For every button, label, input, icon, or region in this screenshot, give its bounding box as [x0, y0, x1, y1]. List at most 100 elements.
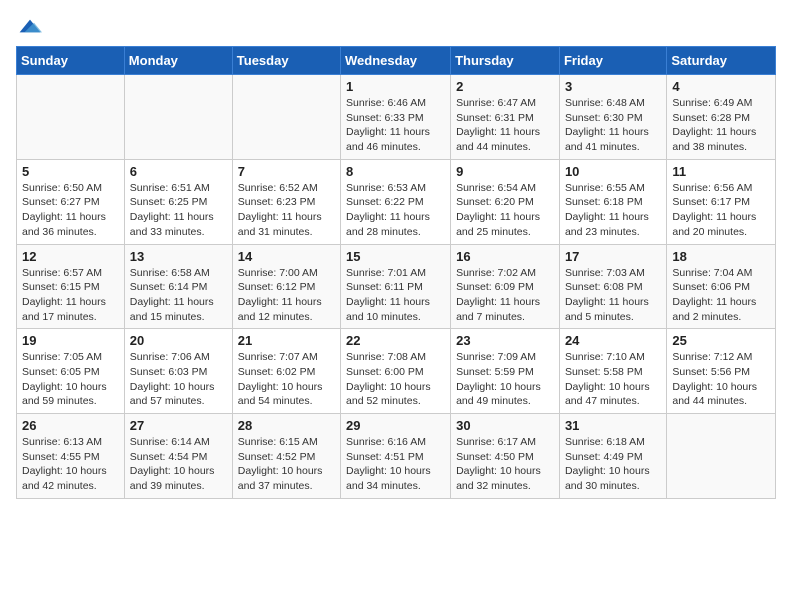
day-info: Sunrise: 6:54 AMSunset: 6:20 PMDaylight:…	[456, 181, 554, 240]
logo-text	[16, 16, 42, 36]
calendar-cell: 15 Sunrise: 7:01 AMSunset: 6:11 PMDayligh…	[341, 244, 451, 329]
calendar-cell: 3 Sunrise: 6:48 AMSunset: 6:30 PMDaylight…	[559, 75, 666, 160]
calendar-week-4: 19Sunrise: 7:05 AMSunset: 6:05 PMDayligh…	[17, 329, 776, 414]
weekday-header-friday: Friday	[559, 47, 666, 75]
day-number: 14	[238, 249, 335, 264]
weekday-header-sunday: Sunday	[17, 47, 125, 75]
day-number: 29	[346, 418, 445, 433]
calendar-cell: 23 Sunrise: 7:09 AMSunset: 5:59 PMDayligh…	[451, 329, 560, 414]
calendar-table: SundayMondayTuesdayWednesdayThursdayFrid…	[16, 46, 776, 499]
day-info: Sunrise: 7:09 AMSunset: 5:59 PMDaylight:…	[456, 350, 554, 409]
calendar-cell: 11 Sunrise: 6:56 AMSunset: 6:17 PMDayligh…	[667, 159, 776, 244]
calendar-cell	[124, 75, 232, 160]
day-number: 7	[238, 164, 335, 179]
day-info: Sunrise: 6:49 AMSunset: 6:28 PMDaylight:…	[672, 96, 770, 155]
calendar-cell: 24 Sunrise: 7:10 AMSunset: 5:58 PMDayligh…	[559, 329, 666, 414]
logo-icon	[18, 16, 42, 36]
day-number: 11	[672, 164, 770, 179]
day-info: Sunrise: 7:10 AMSunset: 5:58 PMDaylight:…	[565, 350, 661, 409]
calendar-cell: 28 Sunrise: 6:15 AMSunset: 4:52 PMDayligh…	[232, 414, 340, 499]
day-number: 30	[456, 418, 554, 433]
day-info: Sunrise: 7:01 AMSunset: 6:11 PMDaylight:…	[346, 266, 445, 325]
calendar-cell: 19Sunrise: 7:05 AMSunset: 6:05 PMDayligh…	[17, 329, 125, 414]
calendar-cell: 22 Sunrise: 7:08 AMSunset: 6:00 PMDayligh…	[341, 329, 451, 414]
calendar-cell: 26 Sunrise: 6:13 AMSunset: 4:55 PMDayligh…	[17, 414, 125, 499]
logo	[16, 16, 42, 36]
day-info: Sunrise: 6:58 AMSunset: 6:14 PMDaylight:…	[130, 266, 227, 325]
day-info: Sunrise: 7:00 AMSunset: 6:12 PMDaylight:…	[238, 266, 335, 325]
calendar-cell: 21 Sunrise: 7:07 AMSunset: 6:02 PMDayligh…	[232, 329, 340, 414]
calendar-cell: 2 Sunrise: 6:47 AMSunset: 6:31 PMDaylight…	[451, 75, 560, 160]
day-info: Sunrise: 6:51 AMSunset: 6:25 PMDaylight:…	[130, 181, 227, 240]
calendar-cell	[17, 75, 125, 160]
day-number: 4	[672, 79, 770, 94]
day-info: Sunrise: 6:14 AMSunset: 4:54 PMDaylight:…	[130, 435, 227, 494]
calendar-cell: 5 Sunrise: 6:50 AMSunset: 6:27 PMDaylight…	[17, 159, 125, 244]
day-info: Sunrise: 7:07 AMSunset: 6:02 PMDaylight:…	[238, 350, 335, 409]
day-number: 8	[346, 164, 445, 179]
day-info: Sunrise: 6:50 AMSunset: 6:27 PMDaylight:…	[22, 181, 119, 240]
day-info: Sunrise: 6:18 AMSunset: 4:49 PMDaylight:…	[565, 435, 661, 494]
calendar-cell: 10 Sunrise: 6:55 AMSunset: 6:18 PMDayligh…	[559, 159, 666, 244]
day-info: Sunrise: 6:13 AMSunset: 4:55 PMDaylight:…	[22, 435, 119, 494]
calendar-cell: 8 Sunrise: 6:53 AMSunset: 6:22 PMDaylight…	[341, 159, 451, 244]
day-info: Sunrise: 6:47 AMSunset: 6:31 PMDaylight:…	[456, 96, 554, 155]
page-header	[16, 16, 776, 36]
day-number: 3	[565, 79, 661, 94]
day-number: 26	[22, 418, 119, 433]
calendar-week-2: 5 Sunrise: 6:50 AMSunset: 6:27 PMDaylight…	[17, 159, 776, 244]
calendar-cell: 4 Sunrise: 6:49 AMSunset: 6:28 PMDaylight…	[667, 75, 776, 160]
calendar-cell: 31 Sunrise: 6:18 AMSunset: 4:49 PMDayligh…	[559, 414, 666, 499]
day-info: Sunrise: 6:52 AMSunset: 6:23 PMDaylight:…	[238, 181, 335, 240]
day-info: Sunrise: 6:57 AMSunset: 6:15 PMDaylight:…	[22, 266, 119, 325]
day-number: 24	[565, 333, 661, 348]
day-number: 5	[22, 164, 119, 179]
day-number: 13	[130, 249, 227, 264]
day-info: Sunrise: 6:17 AMSunset: 4:50 PMDaylight:…	[456, 435, 554, 494]
calendar-cell: 1Sunrise: 6:46 AMSunset: 6:33 PMDaylight…	[341, 75, 451, 160]
calendar-cell: 17Sunrise: 7:03 AMSunset: 6:08 PMDayligh…	[559, 244, 666, 329]
day-info: Sunrise: 6:56 AMSunset: 6:17 PMDaylight:…	[672, 181, 770, 240]
calendar-cell: 16 Sunrise: 7:02 AMSunset: 6:09 PMDayligh…	[451, 244, 560, 329]
calendar-cell: 7 Sunrise: 6:52 AMSunset: 6:23 PMDaylight…	[232, 159, 340, 244]
day-info: Sunrise: 6:55 AMSunset: 6:18 PMDaylight:…	[565, 181, 661, 240]
calendar-week-3: 12 Sunrise: 6:57 AMSunset: 6:15 PMDayligh…	[17, 244, 776, 329]
day-number: 27	[130, 418, 227, 433]
calendar-cell: 6 Sunrise: 6:51 AMSunset: 6:25 PMDaylight…	[124, 159, 232, 244]
day-info: Sunrise: 6:46 AMSunset: 6:33 PMDaylight:…	[346, 96, 445, 155]
day-info: Sunrise: 6:53 AMSunset: 6:22 PMDaylight:…	[346, 181, 445, 240]
day-info: Sunrise: 6:15 AMSunset: 4:52 PMDaylight:…	[238, 435, 335, 494]
day-info: Sunrise: 7:02 AMSunset: 6:09 PMDaylight:…	[456, 266, 554, 325]
day-number: 12	[22, 249, 119, 264]
day-number: 22	[346, 333, 445, 348]
day-number: 9	[456, 164, 554, 179]
day-info: Sunrise: 6:48 AMSunset: 6:30 PMDaylight:…	[565, 96, 661, 155]
calendar-cell: 9 Sunrise: 6:54 AMSunset: 6:20 PMDaylight…	[451, 159, 560, 244]
day-number: 20	[130, 333, 227, 348]
weekday-header-wednesday: Wednesday	[341, 47, 451, 75]
weekday-header-monday: Monday	[124, 47, 232, 75]
calendar-cell	[232, 75, 340, 160]
day-info: Sunrise: 7:05 AMSunset: 6:05 PMDaylight:…	[22, 350, 119, 409]
day-number: 10	[565, 164, 661, 179]
day-number: 6	[130, 164, 227, 179]
day-number: 23	[456, 333, 554, 348]
day-info: Sunrise: 6:16 AMSunset: 4:51 PMDaylight:…	[346, 435, 445, 494]
day-info: Sunrise: 7:08 AMSunset: 6:00 PMDaylight:…	[346, 350, 445, 409]
day-info: Sunrise: 7:06 AMSunset: 6:03 PMDaylight:…	[130, 350, 227, 409]
calendar-cell: 18 Sunrise: 7:04 AMSunset: 6:06 PMDayligh…	[667, 244, 776, 329]
day-number: 15	[346, 249, 445, 264]
day-number: 18	[672, 249, 770, 264]
calendar-week-1: 1Sunrise: 6:46 AMSunset: 6:33 PMDaylight…	[17, 75, 776, 160]
calendar-cell: 25Sunrise: 7:12 AMSunset: 5:56 PMDayligh…	[667, 329, 776, 414]
calendar-cell: 20 Sunrise: 7:06 AMSunset: 6:03 PMDayligh…	[124, 329, 232, 414]
weekday-header-thursday: Thursday	[451, 47, 560, 75]
day-number: 21	[238, 333, 335, 348]
day-number: 16	[456, 249, 554, 264]
calendar-cell: 12 Sunrise: 6:57 AMSunset: 6:15 PMDayligh…	[17, 244, 125, 329]
day-info: Sunrise: 7:04 AMSunset: 6:06 PMDaylight:…	[672, 266, 770, 325]
day-number: 2	[456, 79, 554, 94]
day-number: 28	[238, 418, 335, 433]
day-number: 31	[565, 418, 661, 433]
day-info: Sunrise: 7:12 AMSunset: 5:56 PMDaylight:…	[672, 350, 770, 409]
